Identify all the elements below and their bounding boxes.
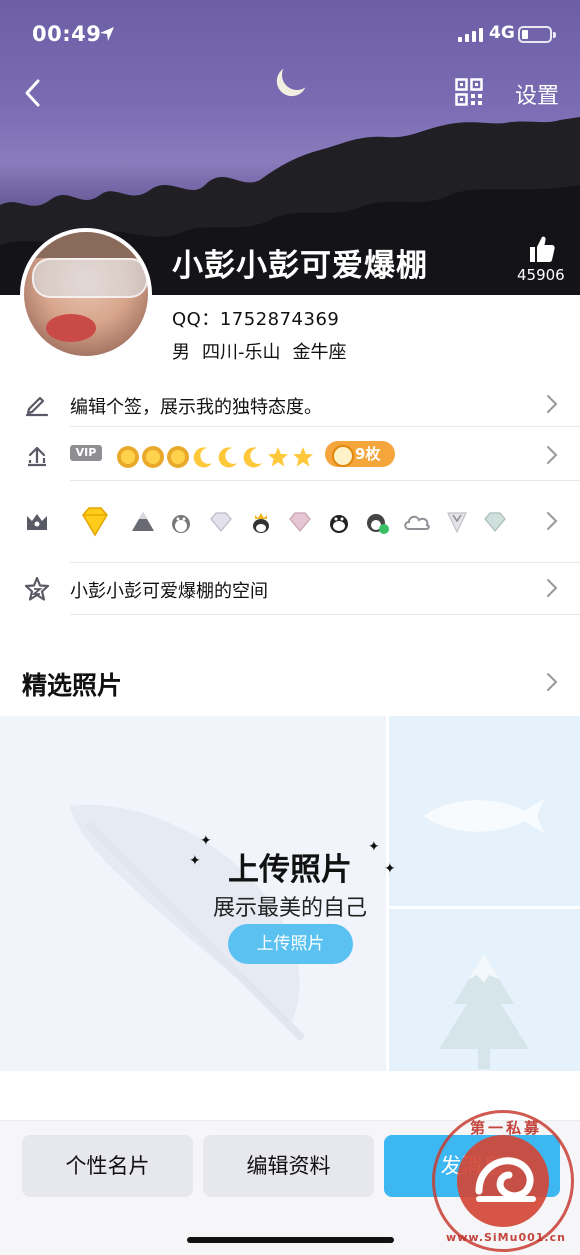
profile-info: 男四川-乐山 金牛座 [172,338,359,364]
status-bar: 00:49 4G [0,0,580,70]
gender: 男 [172,342,190,363]
thumbs-up-icon[interactable] [527,234,557,264]
chevron-right-icon [547,395,558,413]
moon-level-icon [243,447,262,468]
coin-count-badge: 9枚 [325,441,395,467]
lv1-diamond-medal-icon [82,507,108,537]
like-count: 45906 [517,266,565,284]
fish-icon [424,799,544,833]
shield-medal-icon [447,512,467,534]
star-level-icon [293,447,313,467]
check-penguin-medal-icon [367,514,389,534]
signal-icon [458,27,483,42]
settings-button[interactable]: 设置 [515,78,559,110]
gem-medal-icon [210,512,232,532]
moon-level-icon [218,447,237,468]
upload-photo-subtitle: 展示最美的自己 [212,896,367,921]
cloud-medal-icon [404,515,430,530]
watermark-stamp: 第一私募 www.SiMu001.cn [432,1110,574,1252]
dollar-medal-icon [484,512,506,532]
location: 四川-乐山 [202,342,281,363]
qzone-star-icon [24,576,50,601]
status-time: 00:49 [32,22,102,46]
vip-badge: VIP [70,445,102,461]
profile-nickname: 小彭小彭可爱爆棚 [172,248,428,284]
sun-level-icon [142,446,164,468]
qzone-row[interactable]: 小彭小彭可爱爆棚的空间 [0,563,580,615]
avatar[interactable] [20,228,152,360]
chevron-right-icon[interactable] [546,672,558,692]
penguin-medal-icon [172,515,190,533]
sun-level-icon [117,446,139,468]
crowned-penguin-medal-icon [253,513,269,533]
upload-photo-button[interactable]: 上传照片 [228,924,353,964]
qzone-label: 小彭小彭可爱爆棚的空间 [70,581,268,602]
tree-icon [439,954,529,1069]
chevron-right-icon [547,579,558,597]
signature-row[interactable]: 编辑个签，展示我的独特态度。 [0,375,580,427]
star-level-icon [268,447,288,467]
featured-photos-title[interactable]: 精选照片 [22,666,122,702]
signature-text: 编辑个签，展示我的独特态度。 [70,397,322,418]
home-indicator [187,1237,394,1243]
moon-level-icon [193,447,212,468]
location-arrow-icon [100,27,114,41]
qr-code-icon[interactable] [455,78,483,106]
upload-photo-title: 上传照片 [228,852,352,888]
black-penguin-medal-icon [330,515,348,533]
watermark-bottom-text: www.SiMu001.cn [446,1231,566,1244]
mountain-medal-icon [132,512,154,531]
edit-profile-button[interactable]: 编辑资料 [203,1135,374,1197]
battery-icon [518,26,556,43]
medals-row[interactable] [0,481,580,563]
edit-pencil-icon [25,396,49,417]
chevron-right-icon [547,512,558,530]
photo-placeholder-bottom[interactable] [389,909,580,1071]
pink-gem-medal-icon [289,512,311,532]
featured-photos-grid[interactable]: ✦ ✦ ✦ ✦ 上传照片 展示最美的自己 [0,716,580,1071]
watermark-logo-icon [475,1157,536,1202]
profile-card-button[interactable]: 个性名片 [22,1135,193,1197]
back-icon[interactable] [20,76,46,110]
network-type: 4G [489,23,515,43]
vip-level-row[interactable]: VIP 9枚 [0,427,580,481]
qq-number: QQ：1752874369 [172,309,340,330]
zodiac: 金牛座 [292,342,347,363]
chevron-right-icon [547,446,558,464]
sun-level-icon [167,446,189,468]
